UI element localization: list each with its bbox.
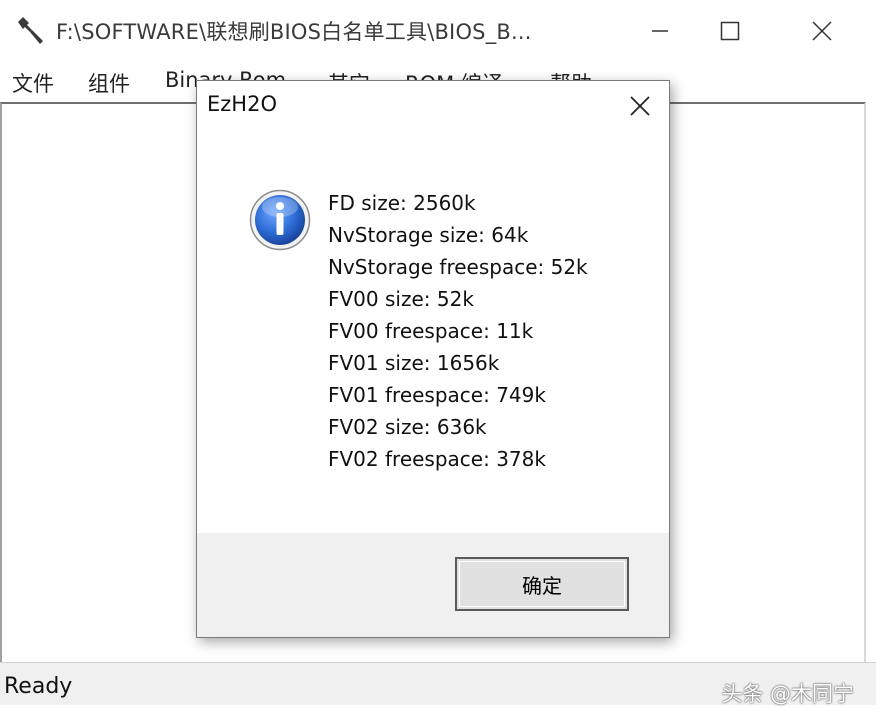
info-line: FV02 freespace: 378k	[328, 447, 546, 471]
status-text: Ready	[4, 674, 73, 699]
menu-component[interactable]: 组件	[88, 68, 130, 98]
info-lines: FD size: 2560k NvStorage size: 64k NvSto…	[328, 187, 588, 475]
message-dialog: EzH2O FD size: 2560k NvStorage size: 64k…	[196, 80, 670, 638]
minimize-icon	[652, 30, 668, 32]
info-line: FV00 freespace: 11k	[328, 319, 534, 343]
info-icon	[249, 189, 311, 251]
status-bar: Ready 头条 @木同宁	[0, 662, 876, 706]
close-icon	[812, 21, 832, 41]
ok-button[interactable]: 确定	[455, 557, 629, 611]
info-line: FD size: 2560k	[328, 191, 476, 215]
info-line: FV02 size: 636k	[328, 415, 487, 439]
close-icon	[630, 96, 650, 116]
window-close-button[interactable]	[778, 0, 866, 62]
tool-app-icon	[18, 17, 43, 44]
info-line: NvStorage size: 64k	[328, 223, 529, 247]
dialog-close-button[interactable]	[625, 91, 655, 121]
window-title: F:\SOFTWARE\联想刷BIOS白名单工具\BIOS_B...	[56, 20, 532, 44]
menu-file[interactable]: 文件	[12, 68, 54, 98]
info-line: FV01 freespace: 749k	[328, 383, 546, 407]
info-line: FV01 size: 1656k	[328, 351, 500, 375]
dialog-title: EzH2O	[207, 92, 277, 116]
maximize-button[interactable]	[686, 0, 774, 62]
info-line: NvStorage freespace: 52k	[328, 255, 588, 279]
info-line: FV00 size: 52k	[328, 287, 474, 311]
dialog-footer: 确定	[197, 533, 669, 637]
maximize-icon	[720, 21, 740, 41]
title-bar[interactable]: F:\SOFTWARE\联想刷BIOS白名单工具\BIOS_B...	[0, 0, 876, 62]
